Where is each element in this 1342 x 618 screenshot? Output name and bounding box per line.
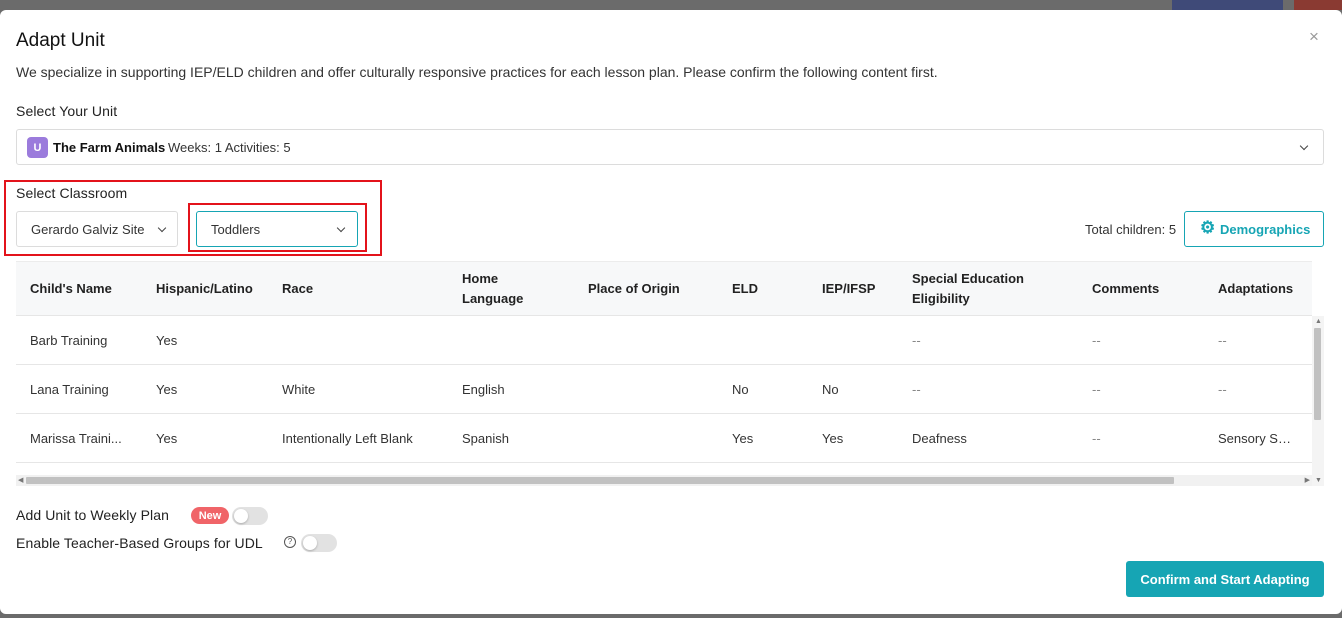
home-language-cell xyxy=(448,316,574,365)
special-education-cell: -- xyxy=(912,332,921,348)
children-table: Child's Name Hispanic/Latino Race Home L… xyxy=(16,261,1324,485)
child-name-cell: Barb Training xyxy=(30,332,108,348)
eld-cell xyxy=(718,316,808,365)
iep-cell: Yes xyxy=(822,430,844,446)
udl-toggle[interactable] xyxy=(301,534,337,552)
eld-cell: Yes xyxy=(732,430,754,446)
udl-label: Enable Teacher-Based Groups for UDL xyxy=(16,535,263,551)
table-row: Barb Training Yes -- -- -- xyxy=(16,316,1312,365)
table-header-row: Child's Name Hispanic/Latino Race Home L… xyxy=(16,261,1312,316)
demographics-button[interactable]: ⚙ Demographics xyxy=(1184,211,1324,247)
select-unit-label: Select Your Unit xyxy=(16,103,118,119)
column-header-special-education: Special Education Eligibility xyxy=(912,270,1024,306)
hispanic-cell: Yes xyxy=(156,381,178,397)
scroll-left-arrow-icon[interactable]: ◀ xyxy=(18,476,23,484)
adaptations-cell: -- xyxy=(1218,381,1227,397)
unit-meta: Weeks: 1 Activities: 5 xyxy=(168,140,291,155)
home-language-cell: English xyxy=(462,381,505,397)
hispanic-cell: Yes xyxy=(156,332,178,348)
iep-cell xyxy=(808,316,898,365)
column-header-eld: ELD xyxy=(732,280,758,296)
place-of-origin-cell xyxy=(574,365,718,414)
gear-icon: ⚙ xyxy=(1200,218,1216,237)
adaptations-cell: Sensory Supp... xyxy=(1218,430,1311,446)
race-cell xyxy=(268,316,448,365)
adaptations-cell: -- xyxy=(1218,332,1227,348)
unit-select[interactable]: U The Farm Animals Weeks: 1 Activities: … xyxy=(16,129,1324,165)
new-badge: New xyxy=(191,507,229,524)
column-header-place-of-origin: Place of Origin xyxy=(588,280,680,296)
table-row: Marissa Traini... Yes Intentionally Left… xyxy=(16,414,1312,463)
close-icon[interactable]: × xyxy=(1309,27,1319,47)
highlight-box-class-select xyxy=(188,203,367,252)
place-of-origin-cell xyxy=(574,414,718,463)
special-education-cell: -- xyxy=(912,381,921,397)
table-row: Lana Training Yes White English No No --… xyxy=(16,365,1312,414)
confirm-and-start-adapting-button[interactable]: Confirm and Start Adapting xyxy=(1126,561,1324,597)
background-header-block xyxy=(1294,0,1342,10)
scrollbar-thumb[interactable] xyxy=(1314,328,1321,420)
scroll-right-arrow-icon[interactable]: ▶ xyxy=(1305,476,1310,484)
column-header-home-language: Home Language xyxy=(462,270,524,306)
total-children: Total children: 5 xyxy=(1085,222,1177,237)
table-horizontal-scrollbar[interactable]: ◀ ▶ xyxy=(16,475,1312,486)
weekly-plan-toggle[interactable] xyxy=(232,507,268,525)
child-name-cell: Lana Training xyxy=(30,381,109,397)
comments-cell: -- xyxy=(1092,430,1101,446)
background-header-block xyxy=(1172,0,1283,10)
special-education-cell: Deafness xyxy=(912,430,967,446)
comments-cell: -- xyxy=(1092,332,1101,348)
column-header-iep-ifsp: IEP/IFSP xyxy=(822,280,876,296)
modal-title: Adapt Unit xyxy=(16,30,105,51)
unit-icon: U xyxy=(27,137,48,158)
hispanic-cell: Yes xyxy=(156,430,178,446)
adapt-unit-modal: Adapt Unit × We specialize in supporting… xyxy=(0,10,1342,614)
comments-cell: -- xyxy=(1092,381,1101,397)
chevron-down-icon xyxy=(1299,141,1309,151)
column-header-childs-name: Child's Name xyxy=(30,280,112,296)
scrollbar-thumb[interactable] xyxy=(26,477,1174,484)
modal-subtitle: We specialize in supporting IEP/ELD chil… xyxy=(16,64,938,80)
place-of-origin-cell xyxy=(574,316,718,365)
child-name-cell: Marissa Traini... xyxy=(30,430,122,446)
race-cell: White xyxy=(282,381,316,397)
scroll-down-arrow-icon[interactable]: ▼ xyxy=(1315,477,1322,484)
table-vertical-scrollbar[interactable]: ▲ ▼ xyxy=(1312,316,1324,486)
column-header-hispanic-latino: Hispanic/Latino xyxy=(156,280,253,296)
home-language-cell: Spanish xyxy=(462,430,509,446)
race-cell: Intentionally Left Blank xyxy=(282,430,413,446)
iep-cell: No xyxy=(822,381,839,397)
help-icon[interactable]: ? xyxy=(284,536,296,548)
scroll-up-arrow-icon[interactable]: ▲ xyxy=(1315,318,1322,325)
column-header-race: Race xyxy=(282,280,314,296)
column-header-adaptations: Adaptations xyxy=(1218,280,1294,296)
toggle-knob xyxy=(234,509,248,523)
demographics-button-label: Demographics xyxy=(1220,222,1311,237)
column-header-comments: Comments xyxy=(1092,280,1160,296)
weekly-plan-label: Add Unit to Weekly Plan xyxy=(16,507,170,523)
toggle-knob xyxy=(303,536,317,550)
eld-cell: No xyxy=(732,381,749,397)
unit-name: The Farm Animals xyxy=(53,140,166,155)
